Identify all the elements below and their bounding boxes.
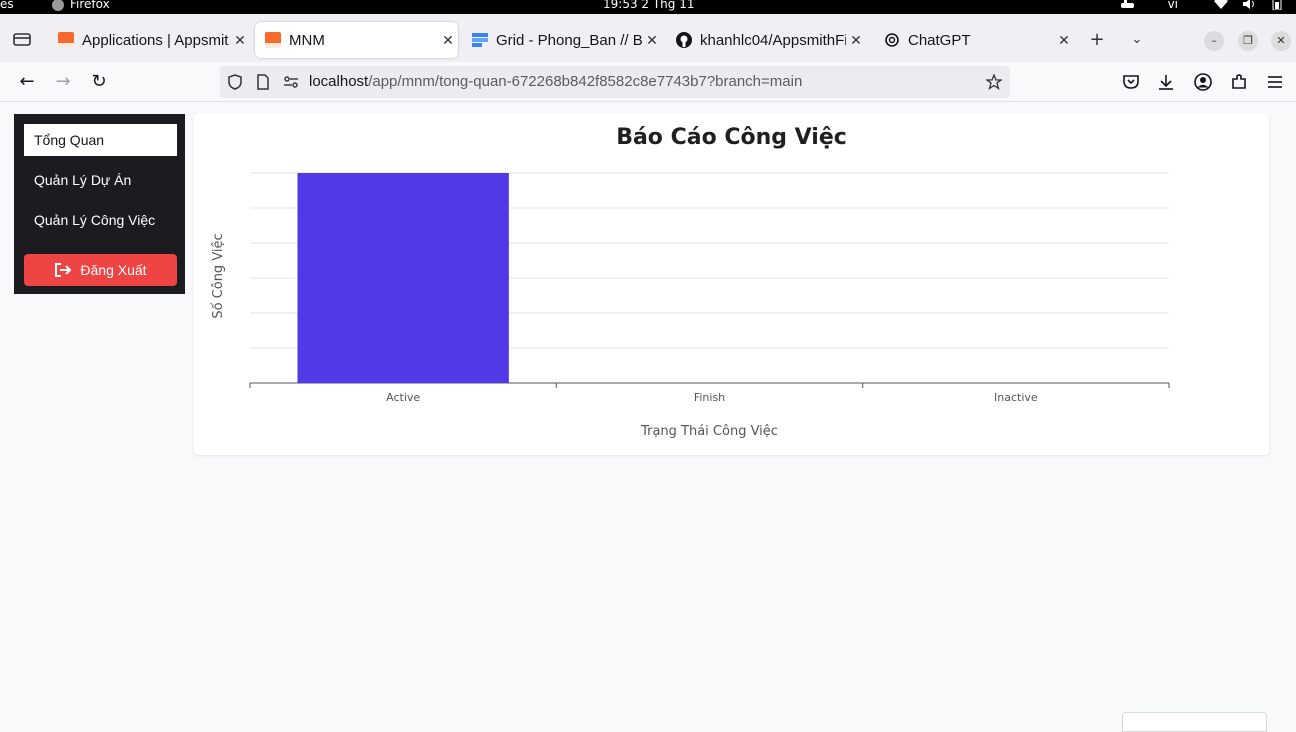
sidebar-item-quan-ly-cong-viec[interactable]: Quản Lý Công Việc xyxy=(24,204,177,236)
y-axis-label: Số Công Việc xyxy=(211,233,226,318)
chatgpt-icon xyxy=(885,33,899,47)
page-icon[interactable] xyxy=(255,74,271,90)
close-icon[interactable]: ✕ xyxy=(438,32,458,49)
language-indicator[interactable]: vi xyxy=(1168,0,1178,11)
sidebar-item-tong-quan[interactable]: Tổng Quan xyxy=(24,124,177,156)
x-axis-label: Trạng Thái Công Việc xyxy=(640,424,778,439)
tab-title: khanhlc04/AppsmithFi xyxy=(700,31,846,49)
logout-icon xyxy=(55,263,72,277)
bar-active xyxy=(297,173,509,383)
clock[interactable]: 19:53 2 Thg 11 xyxy=(603,0,694,11)
sidebar-item-quan-ly-du-an[interactable]: Quản Lý Dự Án xyxy=(24,164,177,196)
close-window-icon[interactable]: ✕ xyxy=(1271,31,1291,51)
close-icon[interactable]: ✕ xyxy=(642,32,662,49)
chart-card: Báo Cáo Công Việc Active Finish Inactive Tr… xyxy=(194,113,1269,455)
permissions-icon[interactable] xyxy=(283,74,299,90)
tab-applications[interactable]: Applications | Appsmit ✕ xyxy=(48,22,250,58)
volume-icon xyxy=(1243,0,1254,9)
download-icon[interactable] xyxy=(1156,72,1176,92)
grid-icon xyxy=(472,33,488,47)
tab-title: Grid - Phong_Ban // Ba xyxy=(496,31,642,49)
chevron-down-icon[interactable]: ⌄ xyxy=(1127,30,1147,50)
logout-label: Đăng Xuất xyxy=(80,262,147,278)
url-host: localhost xyxy=(309,73,369,90)
account-icon[interactable] xyxy=(1193,72,1213,92)
tab-title: ChatGPT xyxy=(908,31,971,49)
bar-chart: Active Finish Inactive Trạng Thái Công Việc… xyxy=(211,172,1170,439)
extensions-icon[interactable] xyxy=(1229,72,1249,92)
battery-icon xyxy=(1272,0,1282,10)
os-top-bar: es Firefox 19:53 2 Thg 11 vi xyxy=(0,0,1296,14)
tab-title: MNM xyxy=(289,31,325,49)
activities-button[interactable]: es xyxy=(0,0,14,11)
x-tick-label: Inactive xyxy=(994,391,1038,404)
pocket-icon[interactable] xyxy=(1121,72,1141,92)
url-bar[interactable]: localhost/app/mnm/tong-quan-672268b842f8… xyxy=(220,66,1010,98)
minimize-icon[interactable]: – xyxy=(1204,31,1224,51)
shield-icon[interactable] xyxy=(227,74,243,90)
x-tick-label: Active xyxy=(386,391,420,404)
corner-widget[interactable] xyxy=(1122,712,1267,732)
hamburger-menu-icon[interactable] xyxy=(1265,72,1285,92)
system-tray[interactable]: vi xyxy=(1120,0,1284,11)
sidebar: Tổng Quan Quản Lý Dự Án Quản Lý Công Việ… xyxy=(14,114,185,294)
tab-strip: Applications | Appsmit ✕ MNM ✕ Grid - Ph… xyxy=(0,14,1296,62)
tab-chatgpt[interactable]: ChatGPT ✕ xyxy=(874,22,1074,58)
tab-grid[interactable]: Grid - Phong_Ban // Ba ✕ xyxy=(462,22,662,58)
tab-github[interactable]: khanhlc04/AppsmithFi ✕ xyxy=(666,22,866,58)
tab-mnm[interactable]: MNM ✕ xyxy=(255,22,458,58)
app-canvas: Tổng Quan Quản Lý Dự Án Quản Lý Công Việ… xyxy=(0,103,1296,732)
nav-toolbar: ← → ↻ localhost/app/mnm/tong-quan-672268… xyxy=(0,62,1296,102)
tab-title: Applications | Appsmit xyxy=(82,31,229,49)
firefox-icon xyxy=(52,0,64,11)
x-tick-label: Finish xyxy=(694,391,725,404)
restore-icon[interactable]: ❐ xyxy=(1238,31,1258,51)
appsmith-icon xyxy=(265,32,281,48)
url-text[interactable]: localhost/app/mnm/tong-quan-672268b842f8… xyxy=(309,73,802,90)
new-tab-icon[interactable]: + xyxy=(1087,30,1107,50)
bookmark-star-icon[interactable] xyxy=(986,74,1002,90)
app-name-label: Firefox xyxy=(70,0,110,11)
github-icon xyxy=(676,32,692,48)
back-arrow-icon[interactable]: ← xyxy=(15,70,39,94)
close-icon[interactable]: ✕ xyxy=(1054,32,1074,49)
close-icon[interactable]: ✕ xyxy=(230,32,250,49)
wifi-icon xyxy=(1214,0,1228,9)
url-path: /app/mnm/tong-quan-672268b842f8582c8e774… xyxy=(368,73,803,90)
forward-arrow-icon[interactable]: → xyxy=(51,70,75,94)
reload-icon[interactable]: ↻ xyxy=(87,70,111,94)
appsmith-icon xyxy=(58,32,74,48)
app-menu[interactable]: Firefox xyxy=(52,0,110,11)
docker-icon xyxy=(1120,0,1134,8)
close-icon[interactable]: ✕ xyxy=(846,32,866,49)
logout-button[interactable]: Đăng Xuất xyxy=(24,254,177,286)
firefox-view-icon[interactable] xyxy=(12,31,32,47)
